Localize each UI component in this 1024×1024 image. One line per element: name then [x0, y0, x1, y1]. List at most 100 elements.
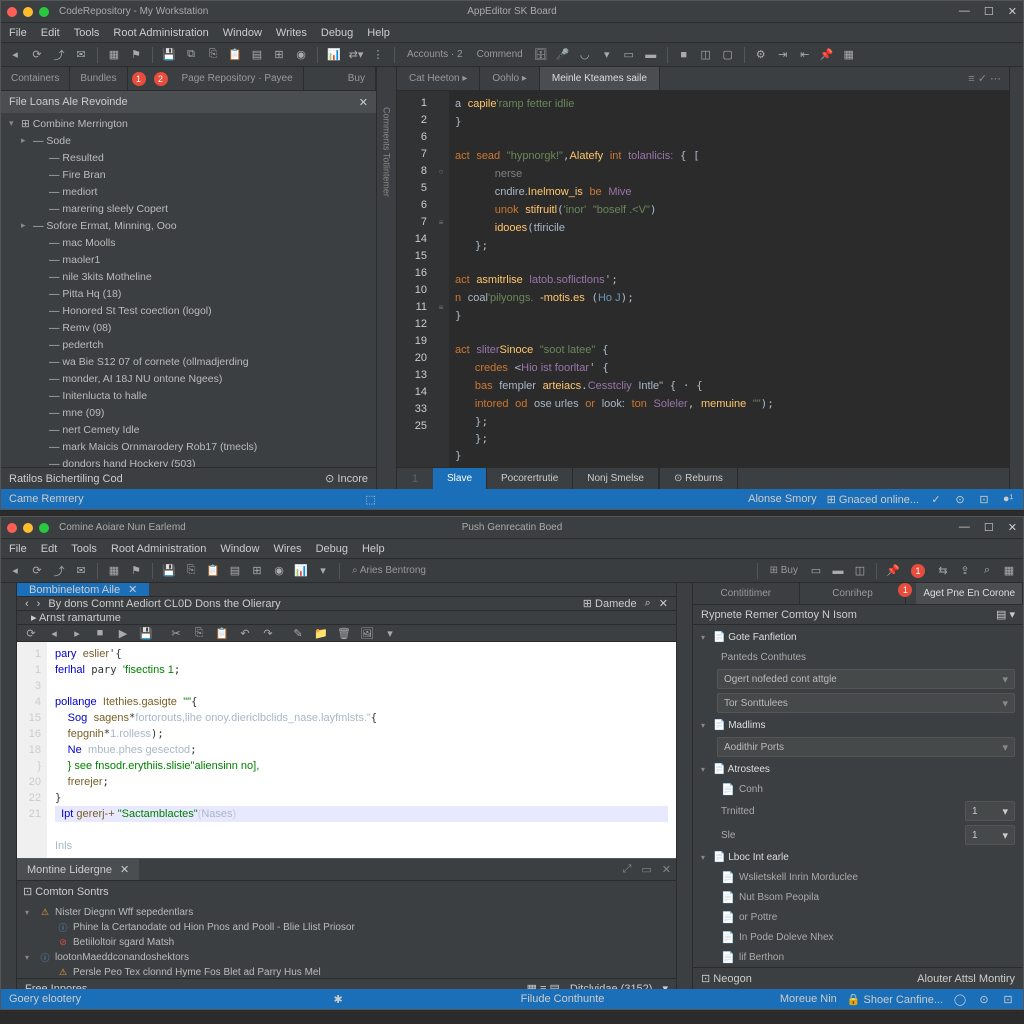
mail-icon[interactable]: ✉ — [73, 563, 89, 579]
zoom-dot[interactable] — [39, 7, 49, 17]
property-row[interactable]: 📄Nut Bsom Peopila — [693, 887, 1023, 907]
menu-file[interactable]: File — [9, 543, 27, 555]
split-icon[interactable]: ◫ — [698, 47, 714, 63]
bc-close-icon[interactable]: ✕ — [659, 597, 668, 610]
property-row[interactable]: Panteds Conthutes — [693, 647, 1023, 667]
grid-icon[interactable]: ▤ — [249, 47, 265, 63]
copy-icon[interactable]: ⎘ — [183, 563, 199, 579]
mt-fwd-icon[interactable]: ▸ — [69, 625, 85, 641]
menu-help[interactable]: Help — [367, 27, 390, 39]
mt-undo-icon[interactable]: ↶ — [237, 625, 253, 641]
close-button[interactable]: ✕ — [1008, 5, 1017, 18]
globe-icon[interactable]: ◉ — [271, 563, 287, 579]
bottom-tab-3[interactable]: Nonj Smelse — [573, 468, 659, 489]
property-row[interactable]: ▾📄 Lboc Int earle — [693, 847, 1023, 867]
bc-back-icon[interactable]: ‹ — [25, 598, 29, 610]
message-row[interactable]: ⓘ Phine la Certanodate od Hion Pnos and … — [25, 920, 668, 935]
dropdown-icon[interactable]: ⇄▾ — [348, 47, 364, 63]
tree-item[interactable]: — Remv (08) — [1, 319, 376, 336]
bottom-tab-1[interactable]: Slave — [433, 468, 487, 489]
property-row[interactable]: Trnitted1 ▾ — [693, 799, 1023, 823]
status-right-1[interactable]: Moreue Nin — [780, 993, 837, 1005]
sidebar-bottom-left[interactable]: Ratilos Bichertiling Cod — [9, 473, 123, 485]
table-icon[interactable]: ⊞ — [249, 563, 265, 579]
code-view[interactable]: 12678567141516101112192013143325 ○≡≡ a c… — [397, 91, 1009, 467]
nav-back-icon[interactable]: ◂ — [7, 563, 23, 579]
msg-close-icon[interactable]: ✕ — [657, 863, 676, 876]
saveall-icon[interactable]: ⧉ — [183, 47, 199, 63]
prop-foot-right[interactable]: Alouter Attsl Montiry — [917, 973, 1015, 985]
menu-edit[interactable]: Edit — [41, 27, 60, 39]
mt-refresh-icon[interactable]: ⟳ — [23, 625, 39, 641]
tree-item[interactable]: — mediort — [1, 183, 376, 200]
menu-root[interactable]: Root Administration — [111, 543, 206, 555]
file-tab-active[interactable]: Bombineletom Aile ✕ — [17, 583, 149, 596]
menu-file[interactable]: File — [9, 27, 27, 39]
panel-icon[interactable]: ▭ — [808, 563, 824, 579]
sidebar-close-icon[interactable]: ✕ — [359, 96, 368, 109]
tree-item[interactable]: — pedertch — [1, 336, 376, 353]
menu-wires[interactable]: Wires — [273, 543, 301, 555]
light-editor[interactable]: 1134151618}202221 pary eslier'{ ferlhal … — [17, 642, 676, 858]
layout-icon[interactable]: ▦ — [106, 563, 122, 579]
panel2-icon[interactable]: ▬ — [643, 47, 659, 63]
property-row[interactable]: ▾📄 Gote Fanfietion — [693, 627, 1023, 647]
messages-tab[interactable]: Montine Lidergne ✕ — [17, 859, 139, 880]
status-mid[interactable]: Filude Conthunte — [355, 993, 770, 1005]
menu-window[interactable]: Window — [223, 27, 262, 39]
table-icon[interactable]: ⊞ — [271, 47, 287, 63]
tree-item[interactable]: ▸— Sode — [1, 132, 376, 149]
mt-back-icon[interactable]: ◂ — [46, 625, 62, 641]
property-row[interactable]: Sle1 ▾ — [693, 823, 1023, 847]
property-row[interactable]: 📄In Pode Doleve Nhex — [693, 927, 1023, 947]
status-badge-2[interactable]: ⊙ — [977, 992, 991, 1006]
gear-icon[interactable]: ⚙ — [753, 47, 769, 63]
save-icon[interactable]: 💾 — [161, 47, 177, 63]
close-dot[interactable] — [7, 523, 17, 533]
search-icon[interactable]: ⌕ — [979, 563, 995, 579]
mt-paste-icon[interactable]: 📋 — [214, 625, 230, 641]
breadcrumb-text[interactable]: By dons Comnt Aediort CL0D Dons the Olie… — [48, 598, 280, 610]
menu-debug[interactable]: Debug — [316, 543, 348, 555]
property-row[interactable]: 📄Wslietskell Inrin Morduclee — [693, 867, 1023, 887]
menu-debug[interactable]: Debug — [321, 27, 353, 39]
property-row[interactable]: 📄Conh — [693, 779, 1023, 799]
code-content[interactable]: pary eslier'{ ferlhal pary 'fisectins 1;… — [47, 642, 676, 858]
msg-expand-icon[interactable]: ⤢ — [618, 863, 637, 876]
prop-tab-3[interactable]: Aget Pne En Corone — [916, 583, 1023, 604]
max-button[interactable]: ☐ — [984, 521, 994, 534]
bc-right-action[interactable]: ⊞ Damede — [583, 597, 637, 610]
toolbar-search[interactable]: ⌕ Aries Bentrong — [348, 565, 430, 576]
nav-back-icon[interactable]: ◂ — [7, 47, 23, 63]
tree-item[interactable]: ▸— Sofore Ermat, Minning, Ooo — [1, 217, 376, 234]
status-badge-1[interactable]: ◯ — [953, 992, 967, 1006]
paste-icon[interactable]: 📋 — [227, 47, 243, 63]
tab-close-icon[interactable]: ✕ — [120, 863, 129, 876]
status-badge-3[interactable]: ⊡ — [977, 492, 991, 506]
code-content[interactable]: a capile'ramp fetter idlie } act sead "h… — [449, 91, 1009, 467]
mt-cut-icon[interactable]: ✂ — [168, 625, 184, 641]
zoom-dot[interactable] — [39, 523, 49, 533]
tree-icon[interactable]: ⋮ — [370, 47, 386, 63]
prop-tab-2[interactable]: Conrihep — [800, 583, 907, 604]
mt-trash-icon[interactable]: 🗑 — [336, 625, 352, 641]
tree-item[interactable]: — monder, AI 18J NU ontone Ngees) — [1, 370, 376, 387]
sidebar-tab-bundles[interactable]: Bundles — [70, 67, 127, 90]
max-button[interactable]: ☐ — [984, 5, 994, 18]
status-right-2[interactable]: ⊞ Gnaced online... — [827, 493, 919, 506]
msg-min-icon[interactable]: ▭ — [636, 863, 656, 876]
dd-icon[interactable]: ▾ — [315, 563, 331, 579]
sidebar-tab-containers[interactable]: Containers — [1, 67, 70, 90]
property-row[interactable]: ▾📄 Atrostees — [693, 759, 1023, 779]
tree-item[interactable]: — nert Cemety Idle — [1, 421, 376, 438]
prop-header-dd-icon[interactable]: ▤ ▾ — [996, 608, 1015, 621]
menu-root[interactable]: Root Administration — [113, 27, 208, 39]
paste-icon[interactable]: 📋 — [205, 563, 221, 579]
box-icon[interactable]: ▢ — [720, 47, 736, 63]
prop-foot-left[interactable]: ⊡ Neogon — [701, 972, 752, 985]
menu-window[interactable]: Window — [220, 543, 259, 555]
menu-tools[interactable]: Tools — [74, 27, 100, 39]
tree-item[interactable]: — Pitta Hq (18) — [1, 285, 376, 302]
split-icon[interactable]: ⇆ — [935, 563, 951, 579]
sidebar-tab-project[interactable]: Page Repository · Payee — [172, 67, 304, 90]
